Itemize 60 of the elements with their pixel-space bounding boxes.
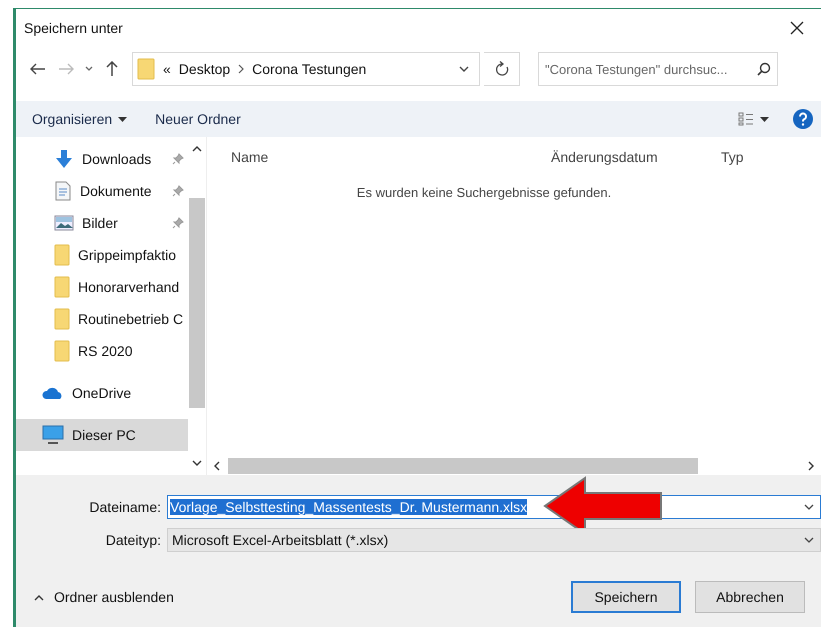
arrow-left-icon — [30, 63, 46, 75]
field-label: Dateityp: — [104, 532, 162, 548]
pin-icon[interactable] — [172, 217, 184, 229]
window-title: Speichern unter — [24, 20, 124, 36]
arrow-right-icon — [58, 63, 74, 75]
pictures-icon — [54, 215, 74, 231]
list-view-icon — [738, 112, 754, 126]
address-bar[interactable]: « Desktop Corona Testungen — [132, 52, 480, 86]
folder-icon — [54, 276, 70, 298]
sidebar-item[interactable]: Dieser PC — [16, 419, 188, 451]
field-label: Dateiname: — [88, 499, 162, 515]
sidebar-item[interactable]: Dokumente — [16, 175, 188, 207]
document-icon — [54, 181, 72, 201]
sidebar-item[interactable]: Routinebetrieb C — [16, 303, 188, 335]
filetype-dropdown[interactable]: Microsoft Excel-Arbeitsblatt (*.xlsx) — [167, 528, 821, 552]
arrow-up-icon — [106, 61, 118, 77]
folder-icon — [54, 244, 70, 266]
pin-icon[interactable] — [172, 153, 184, 165]
folder-icon — [137, 58, 155, 80]
sidebar-item[interactable]: Grippeimpfaktio — [16, 239, 188, 271]
chevron-right-icon — [808, 461, 815, 471]
chevron-icon — [238, 64, 244, 74]
sidebar-item[interactable]: OneDrive — [16, 377, 188, 409]
pin-icon[interactable] — [172, 185, 184, 197]
folder-icon — [54, 340, 70, 362]
dropdown-icon[interactable] — [459, 66, 469, 72]
monitor-icon — [42, 425, 64, 445]
chevron-up-icon — [34, 594, 44, 600]
refresh-button[interactable] — [484, 52, 520, 86]
chevron-up-icon — [192, 145, 202, 152]
sidebar-item[interactable]: RS 2020 — [16, 335, 188, 367]
folder-icon — [54, 308, 70, 330]
column-header[interactable]: Änderungsdatum — [551, 149, 721, 165]
hide-folders-button[interactable]: Ordner ausblenden — [28, 588, 180, 606]
close-icon — [790, 21, 804, 35]
chevron-down-icon — [85, 66, 93, 72]
refresh-icon — [494, 61, 508, 77]
sidebar-item[interactable]: Honorarverhand — [16, 271, 188, 303]
organize-menu[interactable]: Organisieren — [28, 109, 132, 129]
chevron-down-icon — [804, 536, 814, 544]
chevron-down-icon — [192, 460, 202, 467]
help-button[interactable] — [793, 109, 813, 129]
help-icon — [793, 109, 813, 129]
chevron-down-icon[interactable] — [804, 504, 814, 510]
breadcrumb[interactable]: Corona Testungen — [252, 61, 366, 77]
save-button[interactable]: Speichern — [571, 581, 681, 613]
column-header[interactable]: Typ — [721, 149, 744, 165]
caret-icon — [118, 116, 128, 122]
new-folder-button[interactable]: Neuer Ordner — [151, 109, 245, 129]
overflow-chevron[interactable]: « — [163, 61, 171, 77]
sidebar-item[interactable]: Bilder — [16, 207, 188, 239]
sidebar-item[interactable]: Downloads — [16, 143, 188, 175]
chevron-left-icon — [213, 461, 220, 471]
column-header[interactable]: Name — [231, 149, 551, 165]
empty-message: Es wurden keine Suchergebnisse gefunden. — [356, 185, 612, 200]
breadcrumb[interactable]: Desktop — [178, 61, 230, 77]
cancel-button[interactable]: Abbrechen — [695, 581, 805, 613]
cloud-icon — [42, 386, 64, 400]
download-icon — [54, 149, 74, 169]
caret-icon — [760, 116, 769, 122]
